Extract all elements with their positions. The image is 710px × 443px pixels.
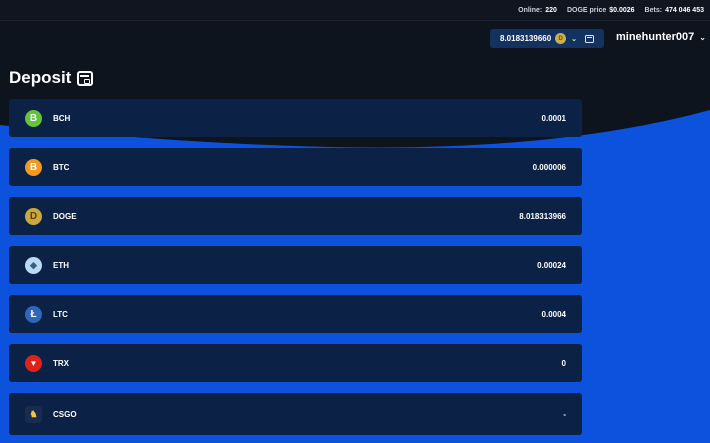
coin-row-bch[interactable]: B BCH 0.0001 [9, 99, 582, 137]
bch-icon: B [25, 109, 42, 127]
wallet-icon [77, 70, 94, 86]
header: 8.0183139660 D ⌄ minehunter007 ⌄ [0, 21, 710, 59]
coin-symbol: TRX [53, 358, 69, 368]
coin-value: 0.0001 [541, 113, 566, 123]
coin-value: - [563, 409, 566, 419]
coin-value: 0 [561, 358, 566, 368]
doge-coin-icon: D [555, 33, 567, 44]
coin-value: 0.000006 [532, 162, 566, 172]
online-stat: Online: 220 [518, 7, 557, 14]
chevron-down-icon: ⌄ [571, 35, 578, 43]
username: minehunter007 [616, 31, 695, 43]
doge-price-stat: DOGE price $0.0026 [567, 7, 635, 14]
bets-value: 474 046 453 [665, 6, 704, 14]
eth-icon: ◆ [25, 256, 42, 274]
coin-row-csgo[interactable]: ♞ CSGO - [9, 393, 582, 435]
coin-symbol: CSGO [53, 409, 77, 419]
coin-row-eth[interactable]: ◆ ETH 0.00024 [9, 246, 582, 284]
coin-row-doge[interactable]: D DOGE 8.018313966 [9, 197, 582, 235]
coin-symbol: BTC [53, 162, 70, 172]
balance-amount: 8.0183139660 [500, 34, 552, 43]
top-stats-bar: Online: 220 DOGE price $0.0026 Bets: 474 04… [0, 0, 710, 21]
coin-value: 0.00024 [537, 260, 566, 270]
coin-symbol: BCH [53, 113, 71, 123]
csgo-icon: ♞ [25, 405, 42, 423]
online-label: Online: [518, 6, 543, 14]
bets-label: Bets: [644, 6, 663, 14]
doge-price-value: $0.0026 [609, 6, 635, 14]
coin-list: B BCH 0.0001 B BTC 0.000006 D DOGE 8.018… [9, 99, 582, 435]
page-title-text: Deposit [9, 68, 72, 87]
doge-price-label: DOGE price [566, 6, 607, 14]
coin-row-ltc[interactable]: Ł LTC 0.0004 [9, 295, 582, 333]
user-menu[interactable]: minehunter007 ⌄ [616, 31, 706, 43]
balance-selector[interactable]: 8.0183139660 D ⌄ [490, 29, 604, 48]
coin-symbol: LTC [53, 309, 68, 319]
coin-row-btc[interactable]: B BTC 0.000006 [9, 148, 582, 186]
online-value: 220 [545, 6, 557, 14]
page-title: Deposit [9, 68, 94, 88]
chevron-down-icon: ⌄ [699, 32, 706, 42]
coin-symbol: DOGE [53, 211, 77, 221]
coin-row-trx[interactable]: ▼ TRX 0 [9, 344, 582, 382]
coin-value: 8.018313966 [519, 211, 566, 221]
coin-value: 0.0004 [541, 309, 566, 319]
ltc-icon: Ł [25, 305, 42, 323]
doge-icon: D [25, 207, 42, 225]
coin-symbol: ETH [53, 260, 69, 270]
wallet-icon[interactable] [585, 34, 595, 43]
trx-icon: ▼ [25, 354, 42, 372]
bets-stat: Bets: 474 046 453 [645, 7, 704, 14]
btc-icon: B [25, 158, 42, 176]
